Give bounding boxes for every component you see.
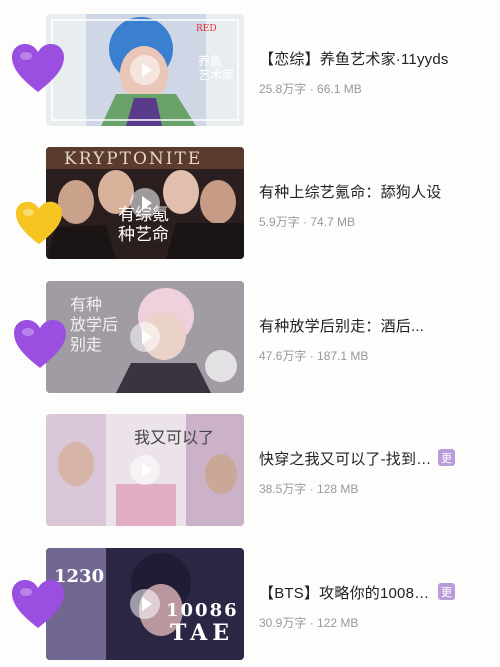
purple-heart-icon [12,318,68,370]
video-list: RED 养鱼 艺术家 【恋综】养鱼艺术家·11yyds 25.8万字 · 66.… [0,0,500,667]
file-size: 74.7 MB [310,215,356,229]
item-title[interactable]: 【恋综】养鱼艺术家·11yyds [259,48,469,69]
file-size: 122 MB [317,616,359,630]
list-item[interactable]: 我又可以了 快穿之我又可以了-找到… 更 38.5万字 · 128 MB [0,414,500,526]
thumbnail-tag: TAE [170,620,235,646]
update-badge: 更 [438,583,455,600]
play-icon[interactable] [130,188,160,218]
purple-heart-icon [10,42,66,94]
word-count: 5.9万字 [259,215,300,229]
file-size: 66.1 MB [317,82,362,96]
play-icon[interactable] [130,55,160,85]
play-icon[interactable] [130,589,160,619]
meta-separator: · [306,616,318,630]
meta-separator: · [299,215,311,229]
item-meta: 5.9万字 · 74.7 MB [259,213,355,230]
thumbnail-caption: 我又可以了 [134,428,215,447]
video-thumbnail[interactable]: 我又可以了 [46,414,244,526]
play-icon[interactable] [130,455,160,485]
item-title[interactable]: 有种放学后别走：酒后... [259,315,469,336]
meta-separator: · [306,82,318,96]
file-size: 128 MB [317,482,359,496]
video-thumbnail[interactable]: KRYPTONITE 有综氪 种艺命 [46,147,244,259]
thumbnail-tag: KRYPTONITE [64,149,203,169]
item-meta: 47.6万字 · 187.1 MB [259,347,368,364]
update-badge: 更 [438,449,455,466]
thumbnail-caption: 养鱼 艺术家 [198,54,235,82]
list-item[interactable]: KRYPTONITE 有综氪 种艺命 有种上综艺氪命：舔狗人设 5.9万字 · … [0,147,500,259]
word-count: 30.9万字 [259,616,307,630]
thumbnail-tag: RED [196,24,217,34]
list-item[interactable]: RED 养鱼 艺术家 【恋综】养鱼艺术家·11yyds 25.8万字 · 66.… [0,14,500,126]
item-meta: 30.9万字 · 122 MB [259,614,358,631]
item-title[interactable]: 快穿之我又可以了-找到… [259,448,431,469]
word-count: 47.6万字 [259,349,307,363]
item-meta: 25.8万字 · 66.1 MB [259,80,362,97]
thumbnail-caption: 有种 放学后 别走 [70,295,119,354]
video-thumbnail[interactable]: RED 养鱼 艺术家 [46,14,244,126]
video-thumbnail[interactable]: 1230 10086 TAE [46,548,244,660]
file-size: 187.1 MB [317,349,369,363]
item-title[interactable]: 【BTS】攻略你的1008… [259,582,431,603]
word-count: 38.5万字 [259,482,307,496]
thumbnail-caption: 10086 [166,600,239,621]
list-item[interactable]: 有种 放学后 别走 有种放学后别走：酒后... 47.6万字 · 187.1 M… [0,281,500,393]
video-thumbnail[interactable]: 有种 放学后 别走 [46,281,244,393]
item-title[interactable]: 有种上综艺氪命：舔狗人设 [259,181,469,202]
yellow-heart-icon [14,200,64,246]
word-count: 25.8万字 [259,82,307,96]
meta-separator: · [306,482,318,496]
play-icon[interactable] [130,322,160,352]
meta-separator: · [306,349,318,363]
item-meta: 38.5万字 · 128 MB [259,480,358,497]
list-item[interactable]: 1230 10086 TAE 【BTS】攻略你的1008… 更 30.9万字 ·… [0,548,500,660]
purple-heart-icon [10,578,66,630]
